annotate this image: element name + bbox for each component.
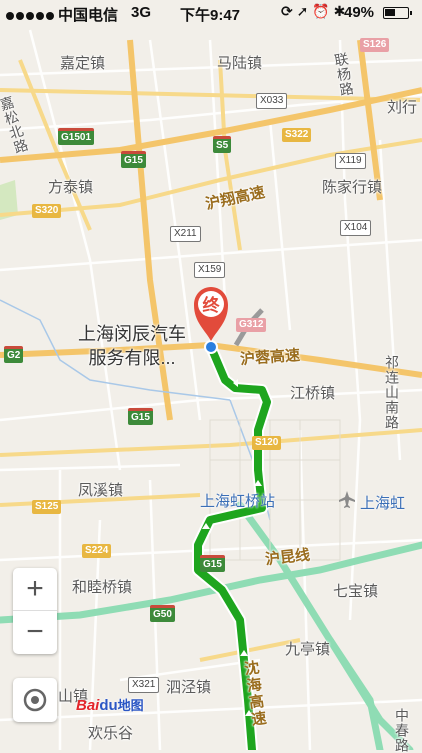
carrier-name: 中国电信: [58, 7, 119, 24]
battery-icon: [383, 7, 412, 19]
shield-s322: S322: [282, 128, 312, 142]
shield-s224: S224: [82, 544, 112, 558]
place-label-qibao: 七宝镇: [333, 583, 379, 600]
place-label-fengxi: 凤溪镇: [78, 482, 124, 499]
alarm-icon: ⏰: [312, 3, 330, 19]
place-label-jiading: 嘉定镇: [60, 55, 106, 72]
shield-s126: S126: [360, 38, 390, 52]
network-type: 3G: [131, 4, 152, 21]
destination-name-line2: 服务有限...: [88, 348, 176, 368]
map-canvas[interactable]: 终: [0, 0, 422, 750]
zoom-in-button[interactable]: +: [13, 568, 57, 611]
shield-x211: X211: [170, 226, 201, 242]
shield-g1501: G1501: [58, 128, 95, 145]
status-icons: ⟳ ➚ ⏰ ✱: [281, 3, 345, 20]
place-label-sijing: 泗泾镇: [166, 679, 212, 696]
shield-g50: G50: [150, 605, 175, 622]
status-time: 下午9:47: [180, 7, 241, 24]
destination-marker-label: 终: [203, 295, 221, 316]
shield-s320: S320: [32, 204, 62, 218]
shield-g312: G312: [236, 318, 267, 332]
place-label-chenjiahang: 陈家行镇: [322, 179, 383, 196]
road-label-hurong: 沪蓉高速: [239, 346, 301, 369]
place-label-huanlegu: 欢乐谷: [88, 725, 134, 742]
signal-strength-icon: [6, 7, 56, 24]
place-label-liuxing: 刘行: [387, 99, 418, 116]
locate-icon: [23, 688, 47, 712]
location-arrow-icon: ➚: [296, 3, 309, 19]
destination-label[interactable]: 上海闵辰汽车 服务有限...: [78, 322, 186, 370]
place-label-malu: 马陆镇: [217, 55, 263, 72]
shield-g15-north: G15: [121, 151, 146, 168]
shield-x119: X119: [335, 153, 366, 169]
start-point: [204, 340, 218, 354]
shield-x159: X159: [194, 262, 226, 278]
shield-g15-middle: G15: [128, 408, 153, 425]
battery-percent: 49%: [344, 4, 375, 21]
shield-s5: S5: [213, 136, 232, 153]
shield-s125: S125: [32, 500, 62, 514]
locate-me-button[interactable]: [13, 678, 57, 722]
road-label-qilian-south: 祁连山南路: [384, 355, 400, 430]
zoom-controls: + −: [13, 568, 57, 654]
shield-g2: G2: [4, 346, 24, 363]
place-label-hongqiao-station: 上海虹桥站: [200, 493, 276, 510]
place-label-jiuting: 九亭镇: [285, 641, 331, 658]
destination-name-line1: 上海闵辰汽车: [78, 324, 186, 344]
shield-x033: X033: [256, 93, 288, 109]
place-label-hexiqiao: 和睦桥镇: [72, 579, 133, 596]
shield-x104: X104: [340, 220, 372, 236]
baidu-map-logo: Baidu地图: [76, 695, 144, 714]
shield-s120: S120: [252, 436, 282, 450]
rotation-lock-icon: ⟳: [281, 3, 293, 19]
logo-ditu: 地图: [117, 698, 144, 713]
road-label-zhongchun: 中春路: [394, 708, 410, 753]
zoom-out-button[interactable]: −: [13, 611, 57, 653]
shield-x321: X321: [128, 677, 160, 693]
place-label-fangtai: 方泰镇: [48, 179, 94, 196]
place-label-jiangqiao: 江桥镇: [290, 385, 336, 402]
shield-g15-south: G15: [200, 555, 225, 572]
logo-bai: Bai: [76, 697, 100, 714]
logo-du: du: [99, 697, 118, 714]
status-bar: 中国电信 3G 下午9:47 ⟳ ➚ ⏰ ✱ 49%: [0, 0, 422, 28]
place-label-hongqiao-airport: 上海虹: [360, 495, 406, 512]
